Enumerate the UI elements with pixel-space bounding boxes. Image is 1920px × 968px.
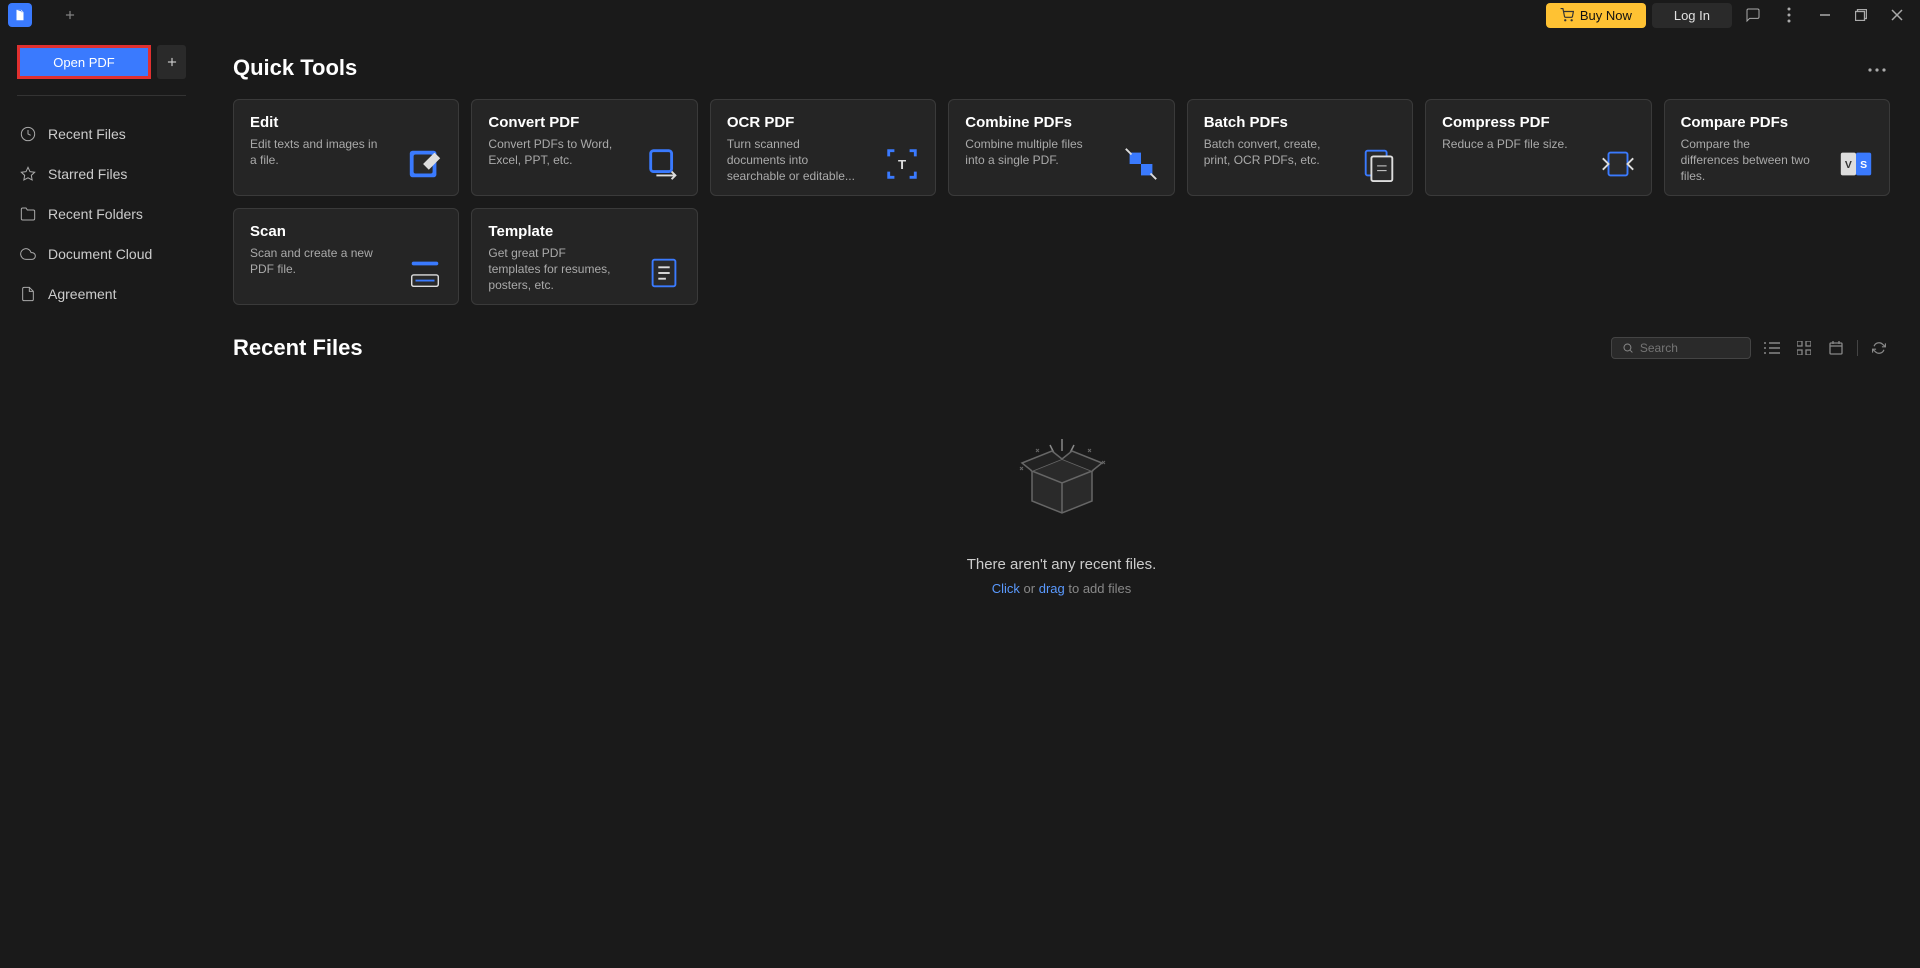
sidebar-item-starred-files[interactable]: Starred Files bbox=[17, 154, 186, 194]
tool-desc: Scan and create a new PDF file. bbox=[250, 245, 380, 277]
tool-scan[interactable]: Scan Scan and create a new PDF file. bbox=[233, 208, 459, 305]
svg-text:T: T bbox=[898, 157, 906, 172]
tool-title: Batch PDFs bbox=[1204, 114, 1396, 131]
quick-tools-title: Quick Tools bbox=[233, 55, 357, 81]
tool-batch-pdfs[interactable]: Batch PDFs Batch convert, create, print,… bbox=[1187, 99, 1413, 196]
cloud-icon bbox=[20, 246, 36, 262]
sidebar: Open PDF Recent Files Starred Files Rece… bbox=[0, 30, 203, 968]
empty-drag-link[interactable]: drag bbox=[1039, 581, 1065, 596]
sidebar-item-label: Agreement bbox=[48, 286, 116, 302]
sidebar-item-label: Starred Files bbox=[48, 166, 127, 182]
buy-now-button[interactable]: Buy Now bbox=[1546, 3, 1646, 28]
sidebar-item-document-cloud[interactable]: Document Cloud bbox=[17, 234, 186, 274]
sidebar-item-label: Recent Folders bbox=[48, 206, 143, 222]
feedback-icon[interactable] bbox=[1738, 0, 1768, 30]
tool-title: Scan bbox=[250, 223, 442, 240]
search-icon bbox=[1622, 341, 1634, 355]
empty-click-link[interactable]: Click bbox=[992, 581, 1020, 596]
compress-icon bbox=[1599, 145, 1637, 183]
create-pdf-button[interactable] bbox=[157, 45, 186, 79]
tool-desc: Edit texts and images in a file. bbox=[250, 136, 380, 168]
tool-template[interactable]: Template Get great PDF templates for res… bbox=[471, 208, 697, 305]
tool-compress-pdf[interactable]: Compress PDF Reduce a PDF file size. bbox=[1425, 99, 1651, 196]
tool-ocr-pdf[interactable]: OCR PDF Turn scanned documents into sear… bbox=[710, 99, 936, 196]
new-tab-button[interactable] bbox=[56, 1, 84, 29]
tool-title: Convert PDF bbox=[488, 114, 680, 131]
menu-icon[interactable] bbox=[1774, 0, 1804, 30]
tool-compare-pdfs[interactable]: Compare PDFs Compare the differences bet… bbox=[1664, 99, 1890, 196]
empty-message: There aren't any recent files. bbox=[233, 556, 1890, 573]
star-icon bbox=[20, 166, 36, 182]
tool-desc: Convert PDFs to Word, Excel, PPT, etc. bbox=[488, 136, 618, 168]
recent-files-title: Recent Files bbox=[233, 335, 363, 361]
tool-desc: Get great PDF templates for resumes, pos… bbox=[488, 245, 618, 294]
sidebar-item-recent-folders[interactable]: Recent Folders bbox=[17, 194, 186, 234]
edit-icon bbox=[406, 145, 444, 183]
tool-title: Combine PDFs bbox=[965, 114, 1157, 131]
svg-text:S: S bbox=[1860, 160, 1867, 171]
combine-icon bbox=[1122, 145, 1160, 183]
folder-icon bbox=[20, 206, 36, 222]
empty-state: There aren't any recent files. Click or … bbox=[233, 381, 1890, 636]
tool-title: Compress PDF bbox=[1442, 114, 1634, 131]
tool-edit[interactable]: Edit Edit texts and images in a file. bbox=[233, 99, 459, 196]
sidebar-item-label: Recent Files bbox=[48, 126, 126, 142]
app-logo[interactable] bbox=[8, 3, 32, 27]
tool-desc: Compare the differences between two file… bbox=[1681, 136, 1811, 185]
convert-icon bbox=[645, 145, 683, 183]
sidebar-item-recent-files[interactable]: Recent Files bbox=[17, 114, 186, 154]
refresh-icon[interactable] bbox=[1868, 337, 1890, 359]
tool-title: Compare PDFs bbox=[1681, 114, 1873, 131]
ocr-icon: T bbox=[883, 145, 921, 183]
scan-icon bbox=[406, 254, 444, 292]
view-calendar-icon[interactable] bbox=[1825, 337, 1847, 359]
batch-icon bbox=[1360, 145, 1398, 183]
tool-convert-pdf[interactable]: Convert PDF Convert PDFs to Word, Excel,… bbox=[471, 99, 697, 196]
empty-action-text: Click or drag to add files bbox=[233, 581, 1890, 596]
buy-now-label: Buy Now bbox=[1580, 8, 1632, 23]
tool-desc: Turn scanned documents into searchable o… bbox=[727, 136, 857, 185]
tool-title: OCR PDF bbox=[727, 114, 919, 131]
login-button[interactable]: Log In bbox=[1652, 3, 1732, 28]
quick-tools-more-icon[interactable] bbox=[1864, 55, 1890, 81]
tool-title: Template bbox=[488, 223, 680, 240]
open-pdf-highlight: Open PDF bbox=[17, 45, 151, 79]
view-list-icon[interactable] bbox=[1761, 337, 1783, 359]
open-pdf-button[interactable]: Open PDF bbox=[20, 48, 148, 76]
tool-combine-pdfs[interactable]: Combine PDFs Combine multiple files into… bbox=[948, 99, 1174, 196]
clock-icon bbox=[20, 126, 36, 142]
svg-text:V: V bbox=[1845, 160, 1852, 171]
minimize-button[interactable] bbox=[1810, 0, 1840, 30]
close-button[interactable] bbox=[1882, 0, 1912, 30]
view-divider bbox=[1857, 340, 1858, 356]
maximize-button[interactable] bbox=[1846, 0, 1876, 30]
compare-icon: VS bbox=[1837, 145, 1875, 183]
empty-box-illustration bbox=[1002, 421, 1122, 531]
tool-desc: Reduce a PDF file size. bbox=[1442, 136, 1572, 152]
tool-desc: Combine multiple files into a single PDF… bbox=[965, 136, 1095, 168]
document-icon bbox=[20, 286, 36, 302]
sidebar-item-label: Document Cloud bbox=[48, 246, 152, 262]
view-grid-icon[interactable] bbox=[1793, 337, 1815, 359]
tool-desc: Batch convert, create, print, OCR PDFs, … bbox=[1204, 136, 1334, 168]
sidebar-item-agreement[interactable]: Agreement bbox=[17, 274, 186, 314]
template-icon bbox=[645, 254, 683, 292]
main-content: Quick Tools Edit Edit texts and images i… bbox=[203, 30, 1920, 968]
tool-title: Edit bbox=[250, 114, 442, 131]
titlebar: Buy Now Log In bbox=[0, 0, 1920, 30]
tools-grid: Edit Edit texts and images in a file. Co… bbox=[233, 99, 1890, 305]
sidebar-divider bbox=[17, 95, 186, 96]
search-box[interactable] bbox=[1611, 337, 1751, 359]
search-input[interactable] bbox=[1640, 341, 1740, 355]
